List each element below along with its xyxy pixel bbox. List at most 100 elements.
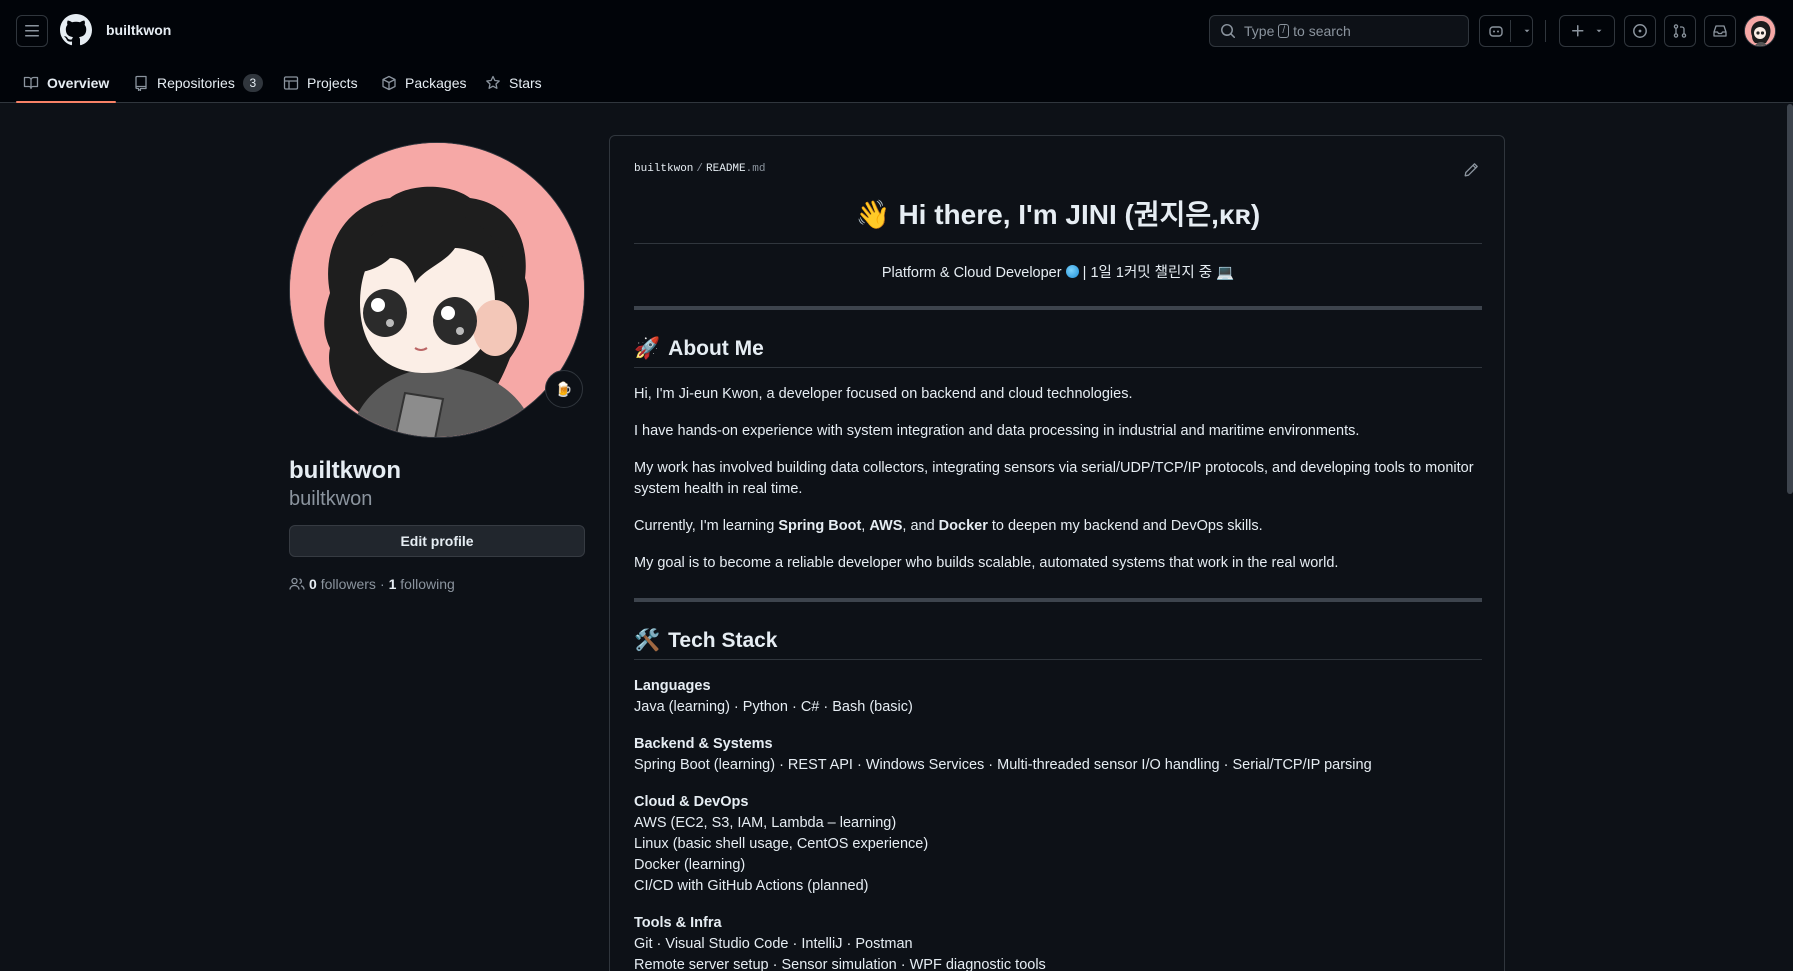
stack-line: Remote server setup · Sensor simulation …	[634, 957, 1046, 971]
tab-label: Packages	[405, 74, 467, 91]
readme-title: 👋 Hi there, I'm JINI (권지은,ᴋʀ)	[634, 193, 1482, 244]
pull-requests-button[interactable]	[1664, 15, 1696, 47]
tab-projects[interactable]: Projects	[283, 62, 358, 103]
rocket-icon: 🚀	[634, 337, 661, 360]
stack-line: CI/CD with GitHub Actions (planned)	[634, 878, 869, 894]
about-paragraph: I have hands-on experience with system i…	[634, 423, 1360, 439]
stack-line: Linux (basic shell usage, CentOS experie…	[634, 836, 929, 852]
chibi-avatar-icon	[1745, 16, 1775, 46]
stack-line: AWS (EC2, S3, IAM, Lambda – learning)	[634, 815, 897, 831]
hamburger-icon	[25, 25, 39, 37]
stack-group-title: Cloud & DevOps	[634, 794, 749, 810]
global-header: builtkwon Type / to search Overview Repo…	[0, 0, 1793, 103]
tab-repositories[interactable]: Repositories 3	[133, 62, 263, 103]
book-icon	[23, 76, 39, 89]
bold-aws: AWS	[869, 518, 903, 534]
readme-tagline: Platform & Cloud Developer | 1일 1커밋 챌린지 …	[634, 261, 1482, 282]
stack-line: Spring Boot (learning) · REST API · Wind…	[634, 757, 1372, 773]
search-input[interactable]: Type / to search	[1209, 15, 1469, 47]
stack-line: Git · Visual Studio Code · IntelliJ · Po…	[634, 936, 913, 952]
pencil-icon	[1464, 163, 1478, 177]
followers-count: 0	[309, 576, 317, 592]
readme-file-ext: .md	[745, 163, 766, 175]
following-count: 1	[388, 576, 397, 592]
tab-label: Stars	[509, 74, 542, 91]
page-scrollbar[interactable]	[1787, 104, 1793, 494]
about-paragraph: My work has involved building data colle…	[634, 460, 1474, 497]
inbox-button[interactable]	[1704, 15, 1736, 47]
tools-icon: 🛠️	[634, 629, 661, 652]
edit-profile-button[interactable]: Edit profile	[289, 525, 585, 557]
search-suffix: to search	[1293, 23, 1351, 39]
stack-line: Docker (learning)	[634, 857, 746, 873]
profile-readme: builtkwon / README.md 👋 Hi there, I'm JINI…	[609, 135, 1505, 971]
stack-group-backend: Backend & Systems Spring Boot (learning)…	[634, 734, 1482, 776]
create-new-button[interactable]	[1559, 15, 1615, 47]
inbox-icon	[1713, 25, 1727, 37]
repo-icon	[135, 75, 147, 91]
profile-login: builtkwon	[289, 488, 373, 510]
copilot-icon	[1489, 26, 1503, 37]
tab-overview[interactable]: Overview	[15, 62, 117, 103]
stack-group-cloud: Cloud & DevOps AWS (EC2, S3, IAM, Lambda…	[634, 792, 1482, 897]
readme-owner-link[interactable]: builtkwon	[634, 163, 693, 175]
chevron-down-icon	[1524, 29, 1530, 33]
followers-label: followers	[320, 576, 376, 592]
github-logo-icon[interactable]	[59, 14, 92, 46]
following-label: following	[400, 576, 455, 592]
about-paragraph: Hi, I'm Ji-eun Kwon, a developer focused…	[634, 386, 1133, 402]
tech-heading-text: Tech Stack	[668, 629, 778, 652]
search-prefix: Type	[1244, 23, 1275, 39]
text-run: to deepen my backend and DevOps skills.	[987, 518, 1263, 534]
tab-label: Overview	[47, 74, 110, 91]
following-link[interactable]: 1 following	[389, 576, 455, 592]
text-run: Currently, I'm learning	[634, 518, 779, 534]
tab-label: Projects	[307, 74, 358, 91]
search-shortcut-key: /	[1278, 24, 1290, 38]
tech-stack-heading: 🛠️ Tech Stack	[634, 629, 1482, 660]
tagline-challenge: | 1일 1커밋 챌린지 중 💻	[1082, 265, 1235, 281]
tab-packages[interactable]: Packages	[381, 62, 466, 103]
stack-group-languages: Languages Java (learning) · Python · C# …	[634, 676, 1482, 718]
bold-spring-boot: Spring Boot	[778, 518, 862, 534]
stack-line: Java (learning) · Python · C# · Bash (ba…	[634, 699, 913, 715]
profile-avatar[interactable]	[289, 142, 585, 438]
tab-stars[interactable]: Stars	[485, 62, 542, 103]
issue-icon	[1633, 24, 1647, 38]
tagline-role: Platform & Cloud Developer	[881, 265, 1062, 281]
readme-file-link[interactable]: README	[706, 163, 746, 175]
chevron-down-icon	[1596, 29, 1602, 33]
context-username[interactable]: builtkwon	[106, 22, 171, 38]
status-emoji-button[interactable]: 🍺	[545, 370, 583, 408]
stack-group-title: Tools & Infra	[634, 915, 722, 931]
followers-link[interactable]: 0 followers	[309, 576, 376, 592]
divider	[634, 598, 1482, 602]
header-divider	[1545, 20, 1546, 42]
globe-icon	[1065, 265, 1079, 278]
chibi-portrait-icon	[290, 143, 584, 437]
package-icon	[382, 75, 396, 90]
top-bar: builtkwon Type / to search	[0, 0, 1793, 62]
user-avatar[interactable]	[1744, 15, 1776, 47]
star-icon	[486, 75, 500, 89]
repo-count-badge: 3	[242, 73, 263, 92]
issues-button[interactable]	[1624, 15, 1656, 47]
copilot-button[interactable]	[1479, 15, 1533, 47]
search-icon	[1221, 24, 1236, 39]
readme-breadcrumb: builtkwon / README.md	[634, 163, 765, 175]
tab-label: Repositories	[157, 74, 235, 91]
text-run: , and	[902, 518, 939, 534]
profile-name: builtkwon	[289, 457, 401, 484]
people-icon	[289, 577, 305, 590]
plus-icon	[1572, 25, 1584, 37]
stack-group-title: Languages	[634, 678, 711, 694]
divider	[634, 306, 1482, 310]
table-icon	[283, 75, 299, 90]
stack-group-title: Backend & Systems	[634, 736, 773, 752]
dot-separator: ·	[379, 576, 385, 592]
menu-button[interactable]	[16, 15, 48, 47]
about-heading-text: About Me	[668, 337, 764, 360]
bold-docker: Docker	[938, 518, 988, 534]
edit-readme-button[interactable]	[1463, 162, 1479, 178]
stack-group-tools: Tools & Infra Git · Visual Studio Code ·…	[634, 913, 1482, 971]
